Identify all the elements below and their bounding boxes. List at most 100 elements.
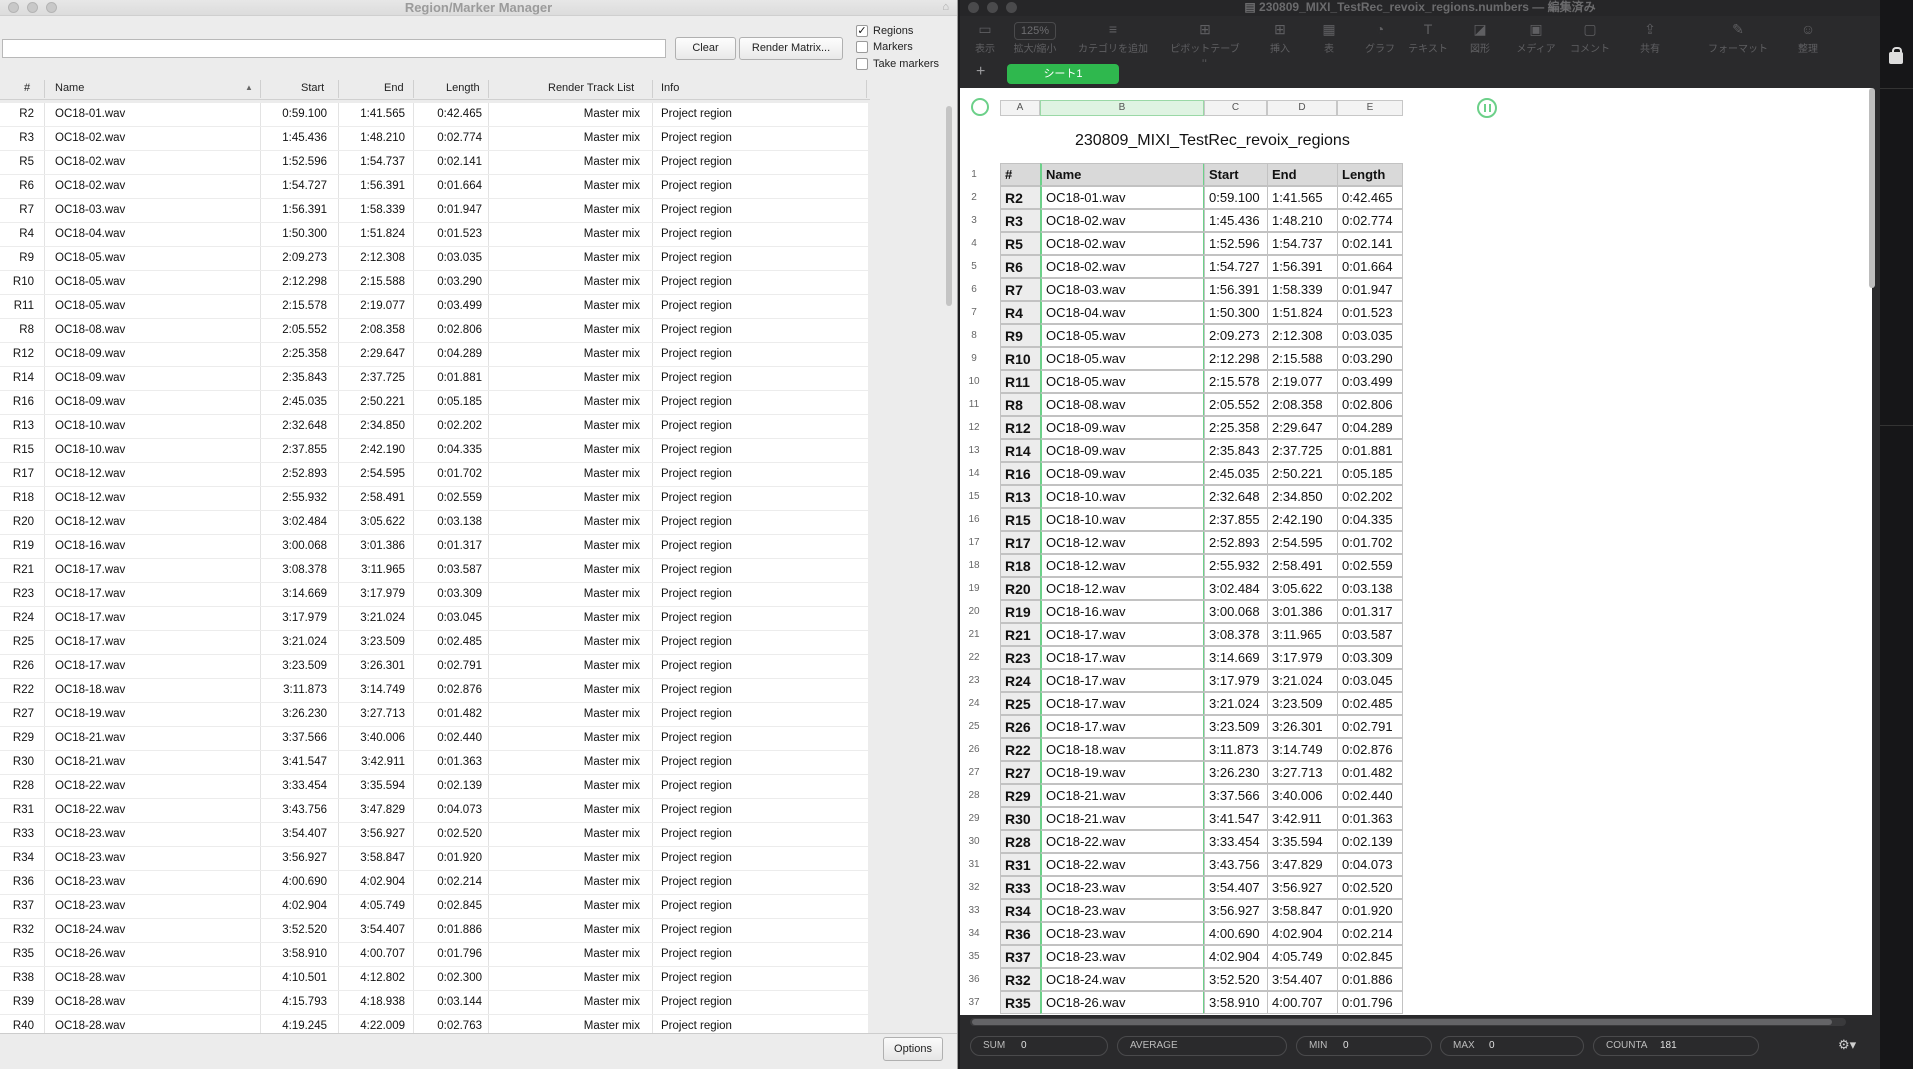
- table-cell[interactable]: R12: [1000, 416, 1041, 439]
- table-cell[interactable]: 3:58.847: [1267, 899, 1338, 922]
- table-cell[interactable]: R25: [1000, 692, 1041, 715]
- table-select-handle-icon[interactable]: [971, 98, 989, 116]
- row-number[interactable]: 11: [960, 399, 988, 410]
- table-cell[interactable]: OC18-05.wav: [1040, 324, 1205, 347]
- table-cell[interactable]: 3:17.979: [1267, 646, 1338, 669]
- table-cell[interactable]: 2:09.273: [1204, 324, 1268, 347]
- table-cell[interactable]: R36: [1000, 922, 1041, 945]
- table-cell[interactable]: R19: [1000, 600, 1041, 623]
- table-cell[interactable]: 3:14.749: [1267, 738, 1338, 761]
- table-cell[interactable]: 3:41.547: [1204, 807, 1268, 830]
- table-cell[interactable]: R16: [1000, 462, 1041, 485]
- table-cell[interactable]: R10: [1000, 347, 1041, 370]
- table-cell[interactable]: OC18-23.wav: [1040, 922, 1205, 945]
- table-cell[interactable]: 1:58.339: [1267, 278, 1338, 301]
- table-cell[interactable]: OC18-22.wav: [1040, 830, 1205, 853]
- row-number[interactable]: 30: [960, 836, 988, 847]
- list-item[interactable]: R8 OC18-08.wav 2:05.552 2:08.358 0:02.806 Mas…: [0, 319, 868, 343]
- list-item[interactable]: R17 OC18-12.wav 2:52.893 2:54.595 0:01.702 Ma…: [0, 463, 868, 487]
- table-cell[interactable]: 3:54.407: [1204, 876, 1268, 899]
- table-cell[interactable]: 0:01.881: [1337, 439, 1403, 462]
- list-item[interactable]: R31 OC18-22.wav 3:43.756 3:47.829 0:04.073 Ma…: [0, 799, 868, 823]
- table-cell[interactable]: OC18-21.wav: [1040, 807, 1205, 830]
- row-number[interactable]: 8: [960, 330, 988, 341]
- checkbox-box[interactable]: [856, 41, 868, 53]
- table-cell[interactable]: 1:54.727: [1204, 255, 1268, 278]
- table-cell[interactable]: 2:42.190: [1267, 508, 1338, 531]
- list-item[interactable]: R23 OC18-17.wav 3:14.669 3:17.979 0:03.309 Ma…: [0, 583, 868, 607]
- table-cell[interactable]: 0:01.482: [1337, 761, 1403, 784]
- table-cell[interactable]: 3:27.713: [1267, 761, 1338, 784]
- table-header-cell[interactable]: Name: [1040, 163, 1205, 186]
- table-cell[interactable]: OC18-12.wav: [1040, 531, 1205, 554]
- list-item[interactable]: R9 OC18-05.wav 2:09.273 2:12.308 0:03.035 Mas…: [0, 247, 868, 271]
- row-number[interactable]: 29: [960, 813, 988, 824]
- table-cell[interactable]: OC18-02.wav: [1040, 255, 1205, 278]
- table-cell[interactable]: OC18-17.wav: [1040, 669, 1205, 692]
- checkbox-box[interactable]: [856, 58, 868, 70]
- list-item[interactable]: R14 OC18-09.wav 2:35.843 2:37.725 0:01.881 Ma…: [0, 367, 868, 391]
- table-cell[interactable]: 2:29.647: [1267, 416, 1338, 439]
- table-header-cell[interactable]: End: [1267, 163, 1338, 186]
- table-cell[interactable]: 3:21.024: [1204, 692, 1268, 715]
- row-number[interactable]: 6: [960, 284, 988, 295]
- table-cell[interactable]: 3:23.509: [1267, 692, 1338, 715]
- table-cell[interactable]: 2:08.358: [1267, 393, 1338, 416]
- table-cell[interactable]: OC18-04.wav: [1040, 301, 1205, 324]
- table-cell[interactable]: 0:01.363: [1337, 807, 1403, 830]
- row-number[interactable]: 32: [960, 882, 988, 893]
- table-cell[interactable]: OC18-10.wav: [1040, 508, 1205, 531]
- table-cell[interactable]: 1:51.824: [1267, 301, 1338, 324]
- table-cell[interactable]: 3:00.068: [1204, 600, 1268, 623]
- table-cell[interactable]: 2:19.077: [1267, 370, 1338, 393]
- table-cell[interactable]: 2:25.358: [1204, 416, 1268, 439]
- row-number[interactable]: 33: [960, 905, 988, 916]
- table-cell[interactable]: OC18-03.wav: [1040, 278, 1205, 301]
- row-number[interactable]: 2: [960, 192, 988, 203]
- table-cell[interactable]: 0:02.791: [1337, 715, 1403, 738]
- table-cell[interactable]: R2: [1000, 186, 1041, 209]
- table-cell[interactable]: R31: [1000, 853, 1041, 876]
- table-cell[interactable]: 0:05.185: [1337, 462, 1403, 485]
- table-cell[interactable]: 0:02.559: [1337, 554, 1403, 577]
- row-number[interactable]: 10: [960, 376, 988, 387]
- table-cell[interactable]: R20: [1000, 577, 1041, 600]
- row-number[interactable]: 21: [960, 629, 988, 640]
- table-cell[interactable]: R18: [1000, 554, 1041, 577]
- table-cell[interactable]: 3:14.669: [1204, 646, 1268, 669]
- table-cell[interactable]: OC18-10.wav: [1040, 485, 1205, 508]
- table-cell[interactable]: 0:01.317: [1337, 600, 1403, 623]
- table-cell[interactable]: 0:04.335: [1337, 508, 1403, 531]
- table-cell[interactable]: 2:34.850: [1267, 485, 1338, 508]
- row-number[interactable]: 5: [960, 261, 988, 272]
- list-item[interactable]: R19 OC18-16.wav 3:00.068 3:01.386 0:01.317 Ma…: [0, 535, 868, 559]
- table-cell[interactable]: R3: [1000, 209, 1041, 232]
- column-header-end[interactable]: End: [384, 82, 404, 94]
- take-markers-checkbox[interactable]: Take markers: [856, 58, 939, 70]
- table-cell[interactable]: R27: [1000, 761, 1041, 784]
- table-cell[interactable]: R6: [1000, 255, 1041, 278]
- list-item[interactable]: R5 OC18-02.wav 1:52.596 1:54.737 0:02.141 Mas…: [0, 151, 868, 175]
- table-cell[interactable]: OC18-23.wav: [1040, 876, 1205, 899]
- markers-checkbox[interactable]: Markers: [856, 41, 913, 53]
- table-cell[interactable]: 1:41.565: [1267, 186, 1338, 209]
- table-cell[interactable]: R22: [1000, 738, 1041, 761]
- table-cell[interactable]: 0:02.845: [1337, 945, 1403, 968]
- table-cell[interactable]: 2:52.893: [1204, 531, 1268, 554]
- row-number[interactable]: 23: [960, 675, 988, 686]
- table-cell[interactable]: R28: [1000, 830, 1041, 853]
- table-cell[interactable]: OC18-23.wav: [1040, 945, 1205, 968]
- row-number[interactable]: 1: [960, 169, 988, 180]
- table-header-cell[interactable]: Start: [1204, 163, 1268, 186]
- table-cell[interactable]: R8: [1000, 393, 1041, 416]
- table-cell[interactable]: 2:37.855: [1204, 508, 1268, 531]
- table-cell[interactable]: 3:58.910: [1204, 991, 1268, 1014]
- row-number[interactable]: 17: [960, 537, 988, 548]
- table-cell[interactable]: 0:01.702: [1337, 531, 1403, 554]
- table-cell[interactable]: 1:50.300: [1204, 301, 1268, 324]
- list-item[interactable]: R29 OC18-21.wav 3:37.566 3:40.006 0:02.440 Ma…: [0, 727, 868, 751]
- column-letter-d[interactable]: D: [1267, 100, 1337, 116]
- table-cell[interactable]: R7: [1000, 278, 1041, 301]
- table-cell[interactable]: R21: [1000, 623, 1041, 646]
- toolbar-share-button[interactable]: ⇪ 共有: [1615, 18, 1685, 55]
